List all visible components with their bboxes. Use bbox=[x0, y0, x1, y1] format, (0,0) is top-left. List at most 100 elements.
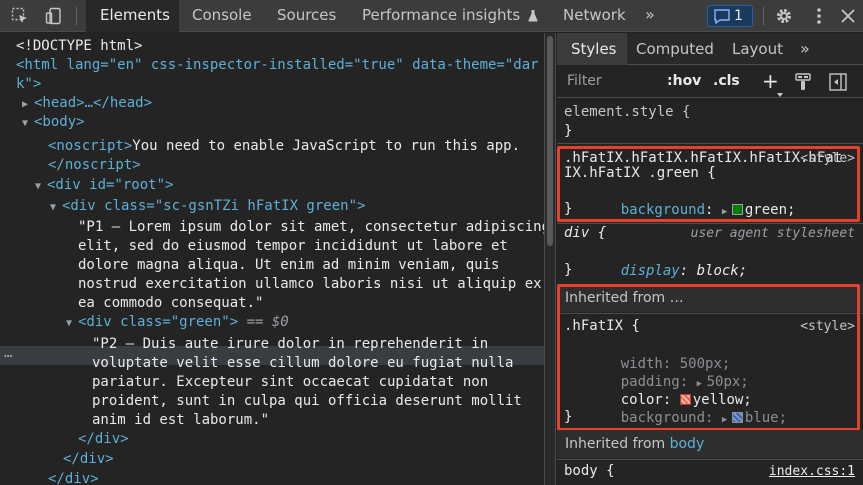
color-format-icon[interactable] bbox=[795, 73, 811, 95]
close-div-line[interactable]: </div> bbox=[48, 470, 99, 485]
color-swatch[interactable] bbox=[731, 412, 743, 423]
p2-text-line: proident, sunt in culpa qui officia dese… bbox=[92, 393, 522, 409]
rule4-selector[interactable]: body { bbox=[564, 462, 615, 481]
div-green-node[interactable]: ▼ <div class="green"> == $0 bbox=[66, 313, 289, 332]
tab-layout[interactable]: Layout bbox=[732, 33, 783, 65]
rule3-declaration[interactable]: width: 500px; bbox=[587, 336, 731, 372]
settings-gear-icon[interactable] bbox=[775, 7, 793, 25]
device-toolbar-icon[interactable] bbox=[45, 7, 63, 25]
rule-divider bbox=[557, 313, 863, 314]
inherited-body-link[interactable]: body bbox=[670, 436, 705, 452]
expand-triangle-icon[interactable]: ▶ bbox=[22, 95, 34, 114]
toggle-sidebar-icon[interactable] bbox=[829, 73, 847, 95]
tab-console[interactable]: Console bbox=[192, 0, 252, 32]
noscript-close-line[interactable]: </noscript> bbox=[48, 156, 141, 175]
rule-close-brace: } bbox=[564, 201, 573, 217]
rule-divider bbox=[557, 459, 863, 460]
tab-performance-insights-label: Performance insights bbox=[362, 6, 521, 24]
rule-divider bbox=[557, 143, 863, 144]
tab-sources-label: Sources bbox=[277, 6, 337, 24]
noscript-close-text: </noscript> bbox=[48, 157, 141, 173]
p1-text-line: ea commodo consequat." bbox=[78, 295, 264, 311]
tab-computed[interactable]: Computed bbox=[636, 33, 714, 65]
hov-toggle-button[interactable]: :hov bbox=[667, 73, 701, 89]
doctype-line[interactable]: <!DOCTYPE html> bbox=[16, 37, 142, 56]
tab-network-label: Network bbox=[563, 6, 626, 24]
rule3-declaration[interactable]: padding: ▶ 50px; bbox=[587, 354, 749, 390]
more-tabs-label: » bbox=[645, 5, 655, 24]
tab-sources[interactable]: Sources bbox=[277, 0, 336, 32]
tab-elements[interactable]: Elements bbox=[86, 0, 179, 32]
message-icon bbox=[714, 9, 730, 28]
close-icon[interactable] bbox=[839, 7, 857, 25]
color-swatch[interactable] bbox=[731, 204, 743, 215]
tab-computed-label: Computed bbox=[636, 40, 714, 58]
html-open-line[interactable]: <html lang="en" css-inspector-installed=… bbox=[16, 56, 539, 75]
devtools-toolbar: Elements Console Sources Performance ins… bbox=[0, 0, 863, 32]
rule1-declaration[interactable]: background: ▶ green; bbox=[587, 182, 796, 218]
doctype-text: <!DOCTYPE html> bbox=[16, 38, 143, 54]
node-actions-ellipsis[interactable]: … bbox=[4, 345, 12, 361]
body-node[interactable]: ▼ <body> bbox=[22, 113, 85, 132]
tab-styles[interactable]: Styles bbox=[557, 33, 627, 65]
filter-input[interactable]: Filter bbox=[567, 73, 657, 91]
cls-toggle-button[interactable]: .cls bbox=[713, 73, 740, 89]
rule1-selector-wrap[interactable]: IX.hFatIX .green { bbox=[564, 164, 716, 183]
collapse-triangle-icon[interactable]: ▼ bbox=[66, 314, 78, 333]
head-node[interactable]: ▶ <head>…</head> bbox=[22, 94, 152, 113]
tab-layout-label: Layout bbox=[732, 40, 783, 58]
rule-close-brace: } bbox=[564, 123, 573, 139]
p1-text-line: dolore magna aliqua. Ut enim ad minim ve… bbox=[78, 257, 500, 273]
rule3-source[interactable]: <style> bbox=[800, 317, 855, 336]
rule1-source[interactable]: <style> bbox=[800, 149, 855, 168]
issues-badge[interactable]: 1 bbox=[707, 5, 753, 27]
p2-text-line: voluptate velit esse cillum dolore eu fu… bbox=[92, 355, 514, 371]
p1-text-line: nostrud exercitation ullamco laboris nis… bbox=[78, 276, 542, 292]
scrollbar-thumb[interactable] bbox=[547, 36, 553, 246]
rule2-selector[interactable]: div { bbox=[564, 224, 606, 243]
styles-filter-bar: Filter :hov .cls + bbox=[557, 66, 863, 98]
close-div-line[interactable]: </div> bbox=[78, 430, 129, 449]
div-class-text: <div class="sc-gsnTZi hFatIX green"> bbox=[62, 198, 366, 214]
p2-text-line: anim id est laborum." bbox=[92, 412, 270, 428]
html-open-line-wrap[interactable]: k"> bbox=[16, 75, 41, 94]
collapse-triangle-icon[interactable]: ▼ bbox=[35, 177, 47, 196]
rule2-source: user agent stylesheet bbox=[690, 226, 855, 241]
div-root-node[interactable]: ▼ <div id="root"> bbox=[35, 176, 173, 195]
more-tabs-button[interactable]: » bbox=[645, 0, 655, 32]
rule3-selector[interactable]: .hFatIX { bbox=[564, 317, 640, 336]
expand-triangle-icon[interactable]: ▶ bbox=[722, 203, 732, 222]
noscript-content: You need to enable JavaScript to run thi… bbox=[132, 138, 521, 154]
body-text: <body> bbox=[34, 114, 85, 130]
sidebar-tabs: Styles Computed Layout » bbox=[557, 33, 863, 65]
flask-icon bbox=[528, 2, 538, 32]
expand-triangle-icon[interactable]: ▶ bbox=[722, 411, 732, 430]
tab-performance-insights[interactable]: Performance insights bbox=[362, 0, 538, 32]
noscript-node[interactable]: <noscript>You need to enable JavaScript … bbox=[48, 137, 520, 156]
rule3-declaration[interactable]: color: yellow; bbox=[587, 372, 752, 408]
tab-console-label: Console bbox=[192, 6, 252, 24]
rule2-property-name: display bbox=[620, 263, 680, 279]
issues-count: 1 bbox=[734, 8, 743, 24]
inspect-element-icon[interactable] bbox=[11, 7, 29, 25]
dropdown-caret-icon[interactable] bbox=[777, 86, 783, 102]
rule1-property-name: background bbox=[620, 202, 706, 218]
div-class-node[interactable]: ▼ <div class="sc-gsnTZi hFatIX green"> bbox=[50, 197, 365, 216]
rule4-source-link[interactable]: index.css:1 bbox=[769, 462, 855, 481]
tab-network[interactable]: Network bbox=[563, 0, 626, 32]
toolbar-separator bbox=[76, 7, 77, 25]
rule2-declaration[interactable]: display: block; bbox=[587, 243, 747, 279]
collapse-triangle-icon[interactable]: ▼ bbox=[50, 198, 62, 217]
collapse-triangle-icon[interactable]: ▼ bbox=[22, 114, 34, 133]
element-style-selector[interactable]: element.style { bbox=[564, 103, 690, 122]
rule-close-brace: } bbox=[564, 409, 573, 425]
more-sidebar-tabs-button[interactable]: » bbox=[800, 33, 810, 65]
rule3-declaration[interactable]: background: ▶ blue; bbox=[587, 390, 787, 426]
close-div-line[interactable]: </div> bbox=[63, 450, 114, 469]
more-options-icon[interactable] bbox=[810, 7, 828, 25]
styles-sidebar: Styles Computed Layout » Filter :hov .cl… bbox=[557, 33, 863, 485]
noscript-open-text: <noscript> bbox=[48, 138, 133, 154]
p1-text-line: "P1 – Lorem ipsum dolor sit amet, consec… bbox=[78, 219, 544, 235]
html-open-text-1: <html lang="en" css-inspector-installed=… bbox=[16, 57, 539, 73]
inherited-section-header: Inherited from … bbox=[557, 284, 863, 312]
